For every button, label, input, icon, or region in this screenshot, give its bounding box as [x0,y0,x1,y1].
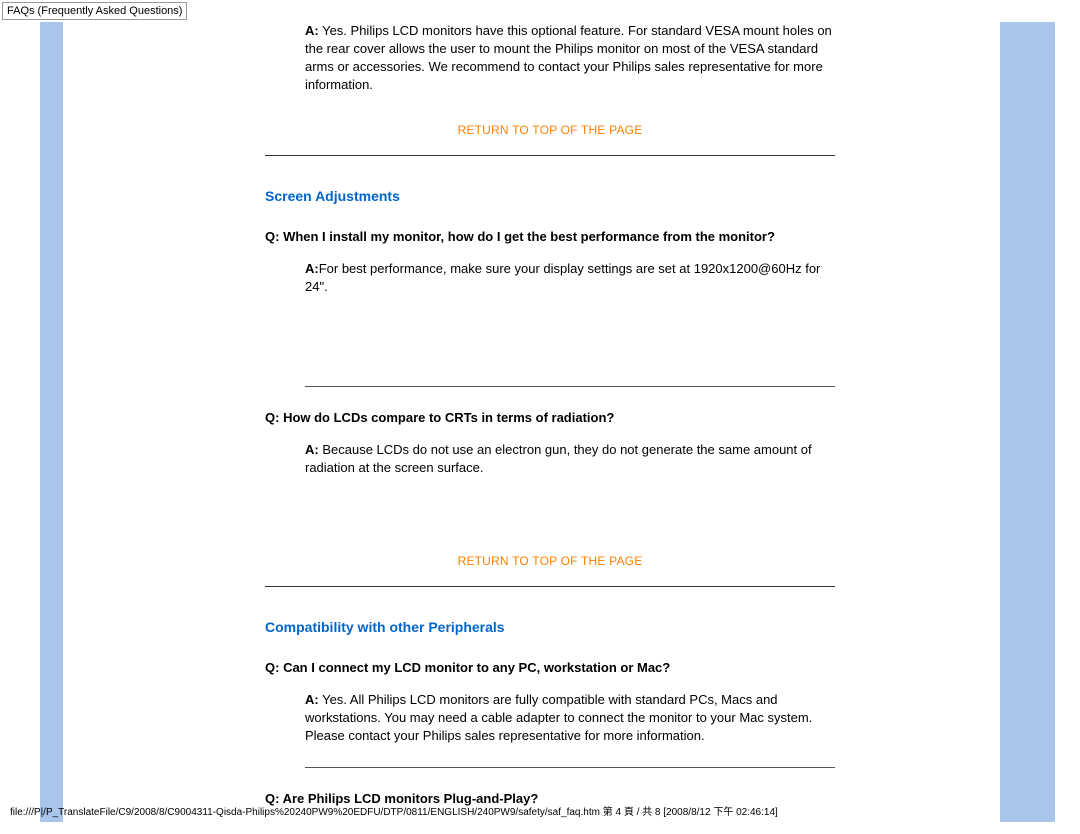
main-content: A: Yes. Philips LCD monitors have this o… [265,22,835,816]
a-label: A: [305,442,319,457]
a-best-performance: A:For best performance, make sure your d… [305,260,835,296]
answer-vesa: A: Yes. Philips LCD monitors have this o… [305,22,835,94]
a-text: Because LCDs do not use an electron gun,… [305,442,812,475]
q-text: How do LCDs compare to CRTs in terms of … [279,410,614,425]
a-text: For best performance, make sure your dis… [305,261,820,294]
q-label: Q: [265,410,279,425]
divider-inset [305,386,835,387]
decor-stripe-right [1000,22,1055,822]
divider [265,155,835,156]
q-label: Q: [265,229,279,244]
q-best-performance: Q: When I install my monitor, how do I g… [265,228,835,246]
a-connect-any-pc: A: Yes. All Philips LCD monitors are ful… [305,691,835,745]
q-radiation: Q: How do LCDs compare to CRTs in terms … [265,409,835,427]
decor-stripe-left [40,22,63,822]
section-compatibility: Compatibility with other Peripherals [265,619,835,635]
answer-text: Yes. Philips LCD monitors have this opti… [305,23,832,92]
page-body: A: Yes. Philips LCD monitors have this o… [0,22,1080,822]
a-text: Yes. All Philips LCD monitors are fully … [305,692,812,743]
return-top-link[interactable]: RETURN TO TOP OF THE PAGE [458,554,643,568]
q-text: When I install my monitor, how do I get … [279,229,774,244]
return-top-link[interactable]: RETURN TO TOP OF THE PAGE [458,123,643,137]
divider [265,586,835,587]
divider-inset [305,767,835,768]
footer-path: file:///P|/P_TranslateFile/C9/2008/8/C90… [10,803,778,818]
q-text: Can I connect my LCD monitor to any PC, … [279,660,670,675]
return-top-link-wrap: RETURN TO TOP OF THE PAGE [265,122,835,137]
section-screen-adjustments: Screen Adjustments [265,188,835,204]
q-label: Q: [265,660,279,675]
answer-label: A: [305,23,319,38]
a-radiation: A: Because LCDs do not use an electron g… [305,441,835,477]
page-header-title: FAQs (Frequently Asked Questions) [2,2,187,20]
a-label: A: [305,261,319,276]
return-top-link-wrap: RETURN TO TOP OF THE PAGE [265,553,835,568]
q-connect-any-pc: Q: Can I connect my LCD monitor to any P… [265,659,835,677]
a-label: A: [305,692,319,707]
